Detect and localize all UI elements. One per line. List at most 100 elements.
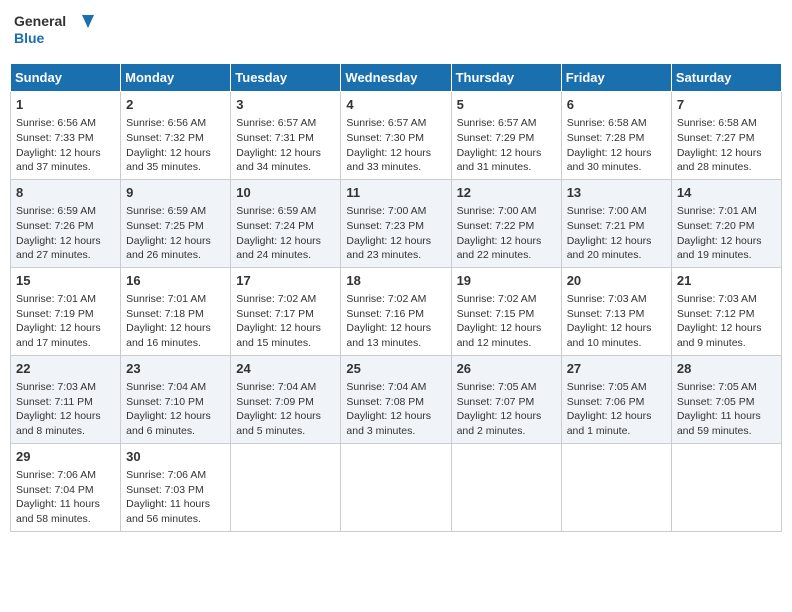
header-sunday: Sunday <box>11 64 121 92</box>
header-thursday: Thursday <box>451 64 561 92</box>
sunrise: Sunrise: 6:56 AM <box>126 117 206 129</box>
daylight: Daylight: 12 hours and 24 minutes. <box>236 235 321 262</box>
sunset: Sunset: 7:11 PM <box>16 396 93 408</box>
sunrise: Sunrise: 7:00 AM <box>457 205 537 217</box>
daylight: Daylight: 12 hours and 8 minutes. <box>16 410 101 437</box>
day-number: 25 <box>346 360 445 378</box>
sunrise: Sunrise: 7:05 AM <box>677 381 757 393</box>
calendar-week-row: 8Sunrise: 6:59 AMSunset: 7:26 PMDaylight… <box>11 179 782 267</box>
header-tuesday: Tuesday <box>231 64 341 92</box>
calendar-cell: 7Sunrise: 6:58 AMSunset: 7:27 PMDaylight… <box>671 92 781 180</box>
sunset: Sunset: 7:28 PM <box>567 132 645 144</box>
sunrise: Sunrise: 7:04 AM <box>346 381 426 393</box>
sunset: Sunset: 7:24 PM <box>236 220 314 232</box>
day-number: 30 <box>126 448 225 466</box>
day-number: 19 <box>457 272 556 290</box>
daylight: Daylight: 12 hours and 37 minutes. <box>16 147 101 174</box>
calendar-cell: 23Sunrise: 7:04 AMSunset: 7:10 PMDayligh… <box>121 355 231 443</box>
day-number: 10 <box>236 184 335 202</box>
sunset: Sunset: 7:22 PM <box>457 220 535 232</box>
page-header: General Blue <box>10 10 782 55</box>
daylight: Daylight: 12 hours and 28 minutes. <box>677 147 762 174</box>
sunrise: Sunrise: 7:06 AM <box>126 469 206 481</box>
sunrise: Sunrise: 7:03 AM <box>567 293 647 305</box>
sunrise: Sunrise: 6:57 AM <box>346 117 426 129</box>
sunset: Sunset: 7:16 PM <box>346 308 424 320</box>
calendar-cell <box>451 443 561 531</box>
sunset: Sunset: 7:17 PM <box>236 308 314 320</box>
calendar-cell: 19 Sunrise: 7:02 AM Sunset: 7:15 PM Dayligh… <box>451 267 561 355</box>
daylight: Daylight: 12 hours and 27 minutes. <box>16 235 101 262</box>
sunrise: Sunrise: 6:57 AM <box>236 117 316 129</box>
sunset: Sunset: 7:15 PM <box>457 308 535 320</box>
calendar-cell: 2 Sunrise: 6:56 AM Sunset: 7:32 PM Daylight… <box>121 92 231 180</box>
sunrise: Sunrise: 7:05 AM <box>457 381 537 393</box>
calendar-cell <box>231 443 341 531</box>
daylight: Daylight: 12 hours and 13 minutes. <box>346 322 431 349</box>
sunset: Sunset: 7:21 PM <box>567 220 645 232</box>
sunset: Sunset: 7:03 PM <box>126 484 204 496</box>
header-wednesday: Wednesday <box>341 64 451 92</box>
calendar-cell: 28Sunrise: 7:05 AMSunset: 7:05 PMDayligh… <box>671 355 781 443</box>
daylight: Daylight: 12 hours and 2 minutes. <box>457 410 542 437</box>
calendar-cell: 1Sunrise: 6:56 AMSunset: 7:33 PMDaylight… <box>11 92 121 180</box>
calendar-week-row: 29Sunrise: 7:06 AMSunset: 7:04 PMDayligh… <box>11 443 782 531</box>
day-number: 16 <box>126 272 225 290</box>
sunrise: Sunrise: 6:59 AM <box>126 205 206 217</box>
day-number: 12 <box>457 184 556 202</box>
calendar-cell: 24Sunrise: 7:04 AMSunset: 7:09 PMDayligh… <box>231 355 341 443</box>
calendar-week-row: 1Sunrise: 6:56 AMSunset: 7:33 PMDaylight… <box>11 92 782 180</box>
calendar-cell <box>671 443 781 531</box>
daylight: Daylight: 12 hours and 1 minute. <box>567 410 652 437</box>
daylight: Daylight: 12 hours and 35 minutes. <box>126 147 211 174</box>
sunrise: Sunrise: 6:57 AM <box>457 117 537 129</box>
sunset: Sunset: 7:23 PM <box>346 220 424 232</box>
day-number: 7 <box>677 96 776 114</box>
sunset: Sunset: 7:31 PM <box>236 132 314 144</box>
daylight: Daylight: 12 hours and 6 minutes. <box>126 410 211 437</box>
sunrise: Sunrise: 7:01 AM <box>16 293 96 305</box>
calendar-cell: 27Sunrise: 7:05 AMSunset: 7:06 PMDayligh… <box>561 355 671 443</box>
daylight: Daylight: 12 hours and 9 minutes. <box>677 322 762 349</box>
day-number: 15 <box>16 272 115 290</box>
day-number: 17 <box>236 272 335 290</box>
day-number: 14 <box>677 184 776 202</box>
calendar-cell: 3Sunrise: 6:57 AMSunset: 7:31 PMDaylight… <box>231 92 341 180</box>
daylight: Daylight: 12 hours and 12 minutes. <box>457 322 542 349</box>
calendar-cell: 14 Sunrise: 7:01 AM Sunset: 7:20 PM Dayligh… <box>671 179 781 267</box>
sunrise: Sunrise: 7:05 AM <box>567 381 647 393</box>
sunrise: Sunrise: 7:00 AM <box>346 205 426 217</box>
day-number: 4 <box>346 96 445 114</box>
day-number: 5 <box>457 96 556 114</box>
daylight: Daylight: 12 hours and 26 minutes. <box>126 235 211 262</box>
sunset: Sunset: 7:12 PM <box>677 308 755 320</box>
daylight: Daylight: 12 hours and 30 minutes. <box>567 147 652 174</box>
sunrise: Sunrise: 7:01 AM <box>677 205 757 217</box>
day-number: 23 <box>126 360 225 378</box>
day-number: 29 <box>16 448 115 466</box>
day-number: 2 <box>126 96 225 114</box>
calendar-cell: 16Sunrise: 7:01 AMSunset: 7:18 PMDayligh… <box>121 267 231 355</box>
sunrise: Sunrise: 7:02 AM <box>457 293 537 305</box>
calendar-cell: 5Sunrise: 6:57 AMSunset: 7:29 PMDaylight… <box>451 92 561 180</box>
daylight: Daylight: 12 hours and 34 minutes. <box>236 147 321 174</box>
sunset: Sunset: 7:32 PM <box>126 132 204 144</box>
sunset: Sunset: 7:19 PM <box>16 308 94 320</box>
sunrise: Sunrise: 6:56 AM <box>16 117 96 129</box>
sunset: Sunset: 7:20 PM <box>677 220 755 232</box>
sunrise: Sunrise: 7:06 AM <box>16 469 96 481</box>
sunset: Sunset: 7:33 PM <box>16 132 94 144</box>
daylight: Daylight: 12 hours and 19 minutes. <box>677 235 762 262</box>
calendar-cell: 29Sunrise: 7:06 AMSunset: 7:04 PMDayligh… <box>11 443 121 531</box>
calendar-cell: 22Sunrise: 7:03 AMSunset: 7:11 PMDayligh… <box>11 355 121 443</box>
calendar-cell: 13Sunrise: 7:00 AMSunset: 7:21 PMDayligh… <box>561 179 671 267</box>
calendar-table: SundayMondayTuesdayWednesdayThursdayFrid… <box>10 63 782 532</box>
sunrise: Sunrise: 6:58 AM <box>567 117 647 129</box>
calendar-cell: 4Sunrise: 6:57 AMSunset: 7:30 PMDaylight… <box>341 92 451 180</box>
calendar-week-row: 15 Sunrise: 7:01 AM Sunset: 7:19 PM Dayligh… <box>11 267 782 355</box>
day-number: 27 <box>567 360 666 378</box>
daylight: Daylight: 11 hours and 58 minutes. <box>16 498 100 525</box>
sunset: Sunset: 7:26 PM <box>16 220 94 232</box>
daylight: Daylight: 12 hours and 17 minutes. <box>16 322 101 349</box>
calendar-cell: 17Sunrise: 7:02 AMSunset: 7:17 PMDayligh… <box>231 267 341 355</box>
